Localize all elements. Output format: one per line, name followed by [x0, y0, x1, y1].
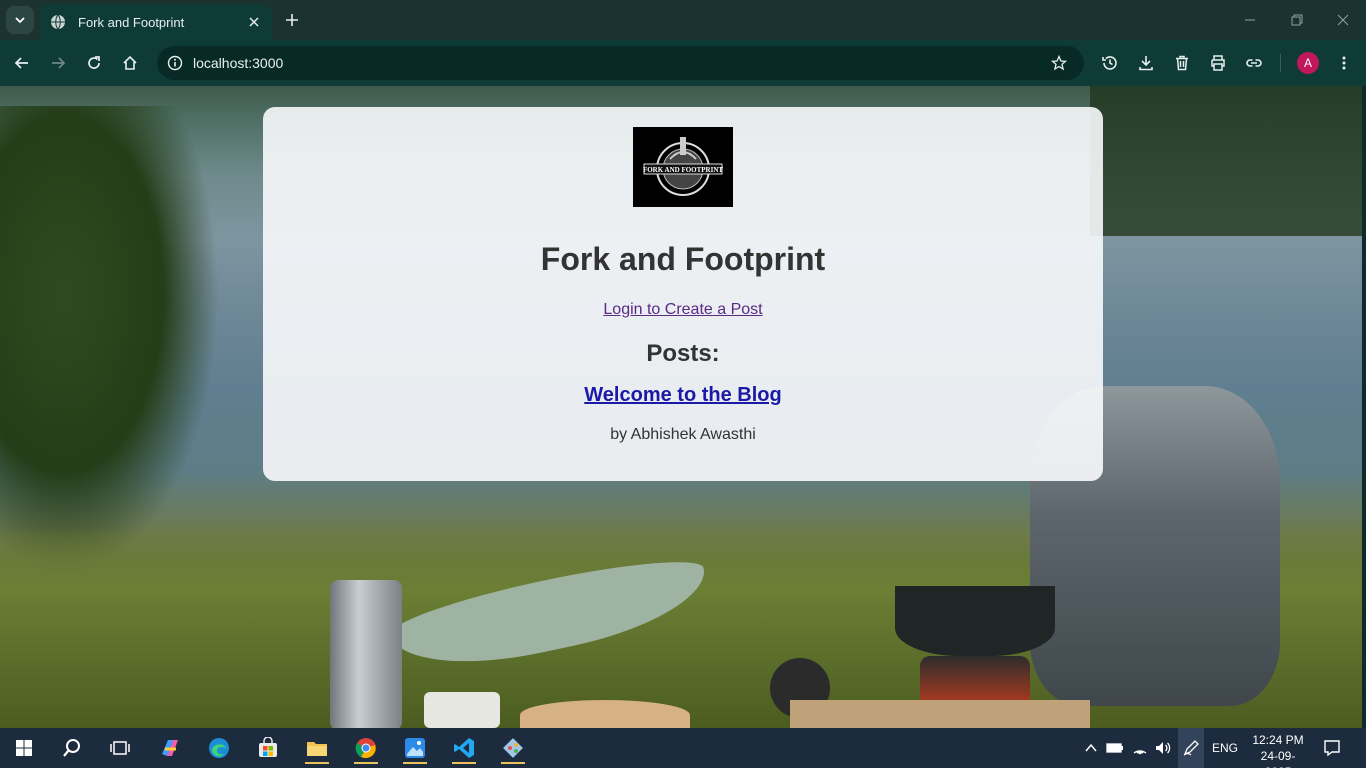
running-indicator: [501, 762, 525, 764]
language-indicator[interactable]: ENG: [1212, 741, 1238, 755]
content-card: FORK AND FOOTPRINT Fork and Footprint Lo…: [263, 107, 1103, 481]
menu-icon[interactable]: [1332, 51, 1356, 75]
store-icon[interactable]: [248, 732, 288, 764]
toolbar-divider: [1280, 54, 1281, 72]
profile-avatar[interactable]: A: [1297, 52, 1319, 74]
chevron-up-icon[interactable]: [1082, 738, 1100, 758]
site-logo: FORK AND FOOTPRINT: [633, 127, 733, 207]
background-pot: [895, 586, 1055, 656]
background-cloth: [790, 700, 1090, 728]
page-title: Fork and Footprint: [540, 241, 826, 277]
address-bar[interactable]: localhost:3000: [157, 46, 1084, 80]
active-tab[interactable]: Fork and Footprint: [40, 4, 272, 40]
search-icon[interactable]: [52, 732, 92, 764]
site-info-icon[interactable]: [165, 53, 185, 73]
home-icon[interactable]: [118, 51, 142, 75]
pen-icon[interactable]: [1178, 728, 1204, 768]
task-view-icon[interactable]: [100, 732, 140, 764]
background-thermos: [330, 580, 402, 728]
url-text[interactable]: localhost:3000: [193, 55, 1048, 71]
start-icon[interactable]: [4, 732, 44, 764]
windows-taskbar: ENG 12:24 PM 24-09-2025: [0, 728, 1366, 768]
file-explorer-icon[interactable]: [297, 732, 337, 764]
login-link[interactable]: Login to Create a Post: [263, 301, 1103, 319]
clock-time: 12:24 PM: [1252, 733, 1304, 747]
close-icon[interactable]: [246, 14, 262, 30]
history-icon[interactable]: [1098, 51, 1122, 75]
notification-icon[interactable]: [1323, 738, 1341, 758]
edge-icon[interactable]: [199, 732, 239, 764]
chrome-icon[interactable]: [346, 732, 386, 764]
trash-icon[interactable]: [1170, 51, 1194, 75]
vscode-icon[interactable]: [444, 732, 484, 764]
logo-text: FORK AND FOOTPRINT: [643, 166, 723, 174]
back-icon[interactable]: [10, 51, 34, 75]
plus-icon: [286, 14, 298, 26]
logo-emblem-icon: FORK AND FOOTPRINT: [643, 137, 723, 196]
star-icon[interactable]: [1048, 52, 1070, 74]
download-icon[interactable]: [1134, 51, 1158, 75]
globe-icon: [50, 14, 66, 30]
running-indicator: [452, 762, 476, 764]
page-scrollbar[interactable]: [1362, 86, 1366, 728]
background-mug: [424, 692, 500, 728]
clock-date: 24-09-2025: [1260, 749, 1296, 768]
photos-icon[interactable]: [395, 732, 435, 764]
browser-toolbar: localhost:3000: [0, 40, 1366, 86]
new-tab-button[interactable]: [282, 10, 302, 30]
git-icon[interactable]: [493, 732, 533, 764]
reload-icon[interactable]: [82, 51, 106, 75]
running-indicator: [354, 762, 378, 764]
speaker-icon[interactable]: [1154, 738, 1172, 758]
battery-icon[interactable]: [1106, 738, 1124, 758]
forward-icon[interactable]: [46, 51, 70, 75]
tab-search-button[interactable]: [6, 6, 34, 34]
clock[interactable]: 12:24 PM 24-09-2025: [1248, 732, 1308, 768]
window-close-icon[interactable]: [1331, 8, 1355, 32]
background-bowl: [520, 700, 690, 728]
wifi-icon[interactable]: [1131, 738, 1149, 758]
tab-strip: Fork and Footprint: [0, 0, 1366, 40]
restore-icon[interactable]: [1285, 8, 1309, 32]
post-author: by Abhishek Awasthi: [610, 426, 756, 443]
chevron-down-icon: [15, 17, 25, 24]
minimize-icon[interactable]: [1238, 8, 1262, 32]
tab-title: Fork and Footprint: [78, 14, 185, 30]
background-forest: [1090, 86, 1362, 236]
posts-heading: Posts:: [646, 340, 720, 367]
page-viewport: FORK AND FOOTPRINT Fork and Footprint Lo…: [0, 86, 1362, 728]
running-indicator: [305, 762, 329, 764]
background-tree: [0, 106, 220, 576]
print-icon[interactable]: [1206, 51, 1230, 75]
post-title-link[interactable]: Welcome to the Blog: [263, 384, 1103, 407]
copilot-icon[interactable]: [150, 732, 190, 764]
link-icon[interactable]: [1242, 51, 1266, 75]
running-indicator: [403, 762, 427, 764]
